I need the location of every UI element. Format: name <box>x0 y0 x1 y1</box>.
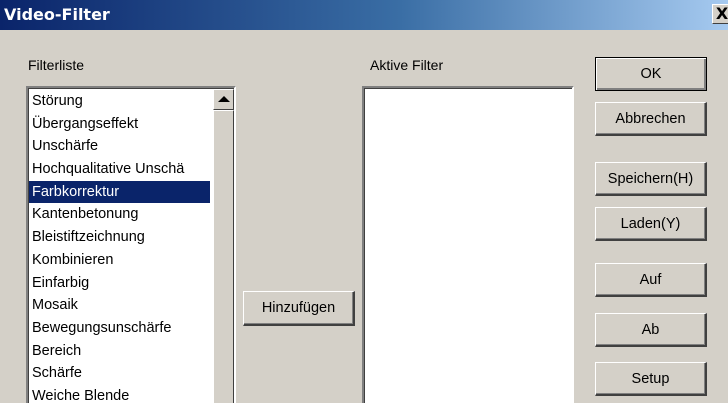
scroll-thumb[interactable] <box>213 110 234 403</box>
list-item[interactable]: Unschärfe <box>29 135 210 158</box>
list-item[interactable]: Schärfe <box>29 362 210 385</box>
title-bar[interactable]: Video-Filter X <box>0 0 728 30</box>
list-item[interactable]: Übergangseffekt <box>29 113 210 136</box>
setup-button[interactable]: Setup <box>595 362 707 396</box>
cancel-button[interactable]: Abbrechen <box>595 102 707 136</box>
filter-list[interactable]: Störung Übergangseffekt Unschärfe Hochquali… <box>26 86 236 403</box>
list-item[interactable]: Kantenbetonung <box>29 203 210 226</box>
load-button[interactable]: Laden(Y) <box>595 207 707 241</box>
move-up-button[interactable]: Auf <box>595 263 707 297</box>
list-item[interactable]: Farbkorrektur <box>29 180 210 204</box>
list-item[interactable]: Hochqualitative Unschä <box>29 158 210 181</box>
active-filters-list[interactable] <box>362 86 574 403</box>
ok-button[interactable]: OK <box>595 57 707 91</box>
list-item[interactable]: Mosaik <box>29 294 210 317</box>
list-item[interactable]: Weiche Blende <box>29 385 210 403</box>
window-title: Video-Filter <box>4 5 110 24</box>
list-item[interactable]: Bereich <box>29 340 210 363</box>
list-item[interactable]: Störung <box>29 90 210 113</box>
video-filter-dialog: Video-Filter X Filterliste Störung Überga… <box>0 0 728 403</box>
close-icon: X <box>715 4 728 23</box>
close-button[interactable]: X <box>712 4 728 24</box>
add-filter-button[interactable]: Hinzufügen <box>243 291 355 326</box>
save-button[interactable]: Speichern(H) <box>595 162 707 196</box>
list-item[interactable]: Bleistiftzeichnung <box>29 226 210 249</box>
filter-list-items: Störung Übergangseffekt Unschärfe Hochquali… <box>29 90 210 403</box>
filter-list-scrollbar[interactable] <box>213 89 234 403</box>
list-item[interactable]: Einfarbig <box>29 272 210 295</box>
filter-list-label: Filterliste <box>28 57 85 73</box>
scroll-up-button[interactable] <box>213 89 234 110</box>
list-item[interactable]: Bewegungsunschärfe <box>29 317 210 340</box>
move-down-button[interactable]: Ab <box>595 313 707 347</box>
arrow-up-icon <box>218 96 230 102</box>
active-filters-label: Aktive Filter <box>370 57 444 73</box>
list-item[interactable]: Kombinieren <box>29 249 210 272</box>
